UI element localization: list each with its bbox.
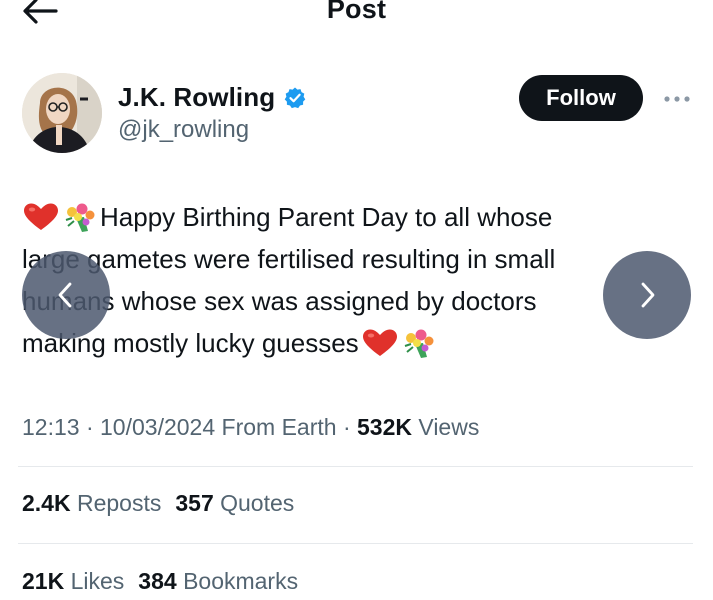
carousel-prev-button[interactable]: [22, 251, 110, 339]
reposts-stat[interactable]: 2.4K Reposts: [22, 490, 161, 516]
tweet-line-1: Happy Birthing Parent Day to all whose: [22, 196, 682, 238]
views-label: Views: [418, 414, 480, 440]
post-meta: 12:13 · 10/03/2024 From Earth · 532K Vie…: [22, 414, 480, 440]
chevron-right-icon: [641, 282, 655, 308]
avatar[interactable]: [22, 73, 102, 153]
views-count: 532K: [357, 414, 412, 440]
author-handle[interactable]: @jk_rowling: [118, 116, 249, 144]
tweet-line-3: humans whose sex was assigned by doctors: [22, 286, 537, 316]
more-options-icon[interactable]: [662, 94, 692, 104]
post-time[interactable]: 12:13: [22, 414, 80, 440]
bookmarks-stat[interactable]: 384 Bookmarks: [138, 568, 298, 594]
red-heart-icon: [362, 329, 397, 356]
author-name[interactable]: J.K. Rowling: [118, 82, 275, 113]
follow-button[interactable]: Follow: [519, 75, 643, 121]
post-header: J.K. Rowling @jk_rowling Follow: [0, 70, 713, 160]
verified-badge-icon: [284, 87, 306, 108]
post-source: From Earth: [221, 414, 337, 440]
chevron-left-icon: [58, 282, 72, 308]
avatar-image: [22, 73, 102, 153]
carousel-next-button[interactable]: [603, 251, 691, 339]
stats-row-likes-bookmarks: 21K Likes 384 Bookmarks: [22, 568, 298, 595]
quotes-stat[interactable]: 357 Quotes: [175, 490, 294, 516]
post-date[interactable]: 10/03/2024: [100, 414, 215, 440]
stats-row-reposts-quotes: 2.4K Reposts 357 Quotes: [22, 490, 294, 517]
top-bar: Post: [0, 0, 713, 26]
tweet-text: Happy Birthing Parent Day to all whose l…: [22, 196, 682, 364]
page-title: Post: [326, 0, 387, 24]
author-name-row: J.K. Rowling: [118, 82, 307, 113]
bouquet-icon: [65, 203, 95, 232]
red-heart-icon: [24, 203, 58, 230]
divider: [18, 543, 693, 544]
tweet-line-2: large gametes were fertilised resulting …: [22, 244, 556, 274]
bouquet-icon: [404, 329, 434, 358]
likes-stat[interactable]: 21K Likes: [22, 568, 124, 594]
divider: [18, 466, 693, 467]
tweet-line-4: making mostly lucky guesses: [22, 322, 682, 364]
